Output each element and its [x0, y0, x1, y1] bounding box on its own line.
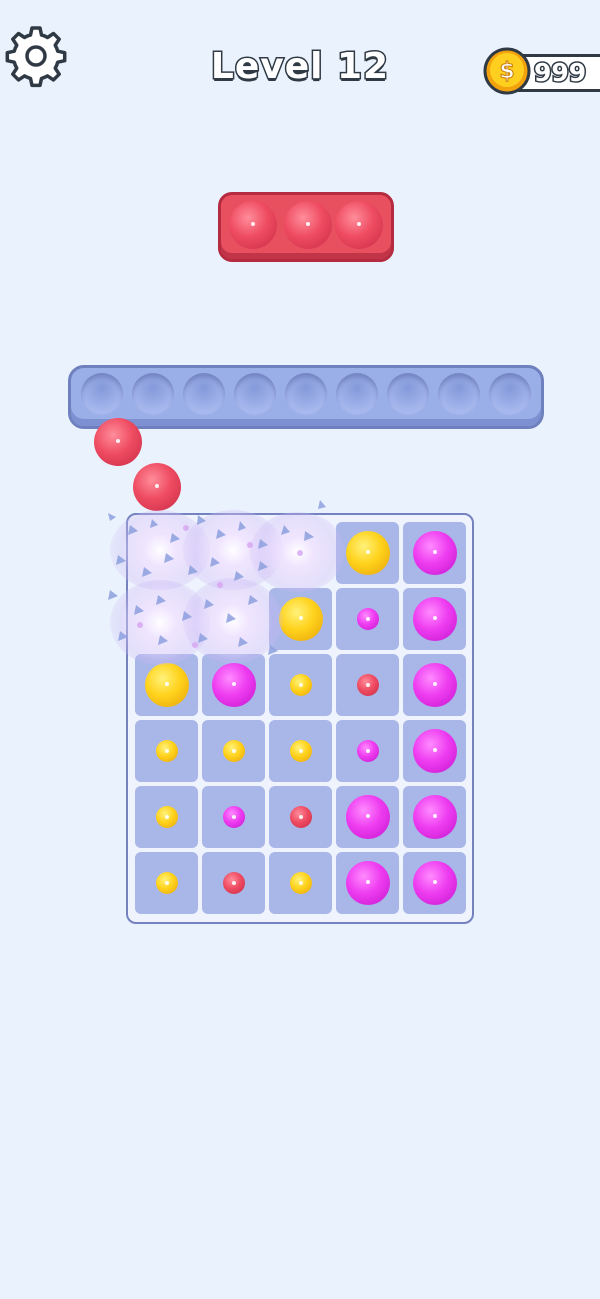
pink-ball: [289, 806, 312, 828]
board-cell[interactable]: [403, 654, 466, 716]
yellow-ball: [345, 531, 390, 575]
magenta-ball: [412, 861, 457, 905]
magenta-ball: [345, 861, 390, 905]
yellow-ball: [155, 740, 178, 762]
board-cell[interactable]: [269, 654, 332, 716]
board-cell[interactable]: [336, 852, 399, 914]
board-cell[interactable]: [202, 720, 265, 782]
moving-ball: [133, 463, 181, 511]
yellow-ball: [155, 872, 178, 894]
yellow-ball: [222, 740, 245, 762]
yellow-ball: [289, 674, 312, 696]
magenta-ball: [345, 795, 390, 839]
magenta-ball: [211, 663, 256, 707]
holding-slot: [285, 373, 327, 415]
break-burst: [183, 578, 283, 663]
holding-slot: [81, 373, 123, 415]
yellow-ball: [144, 663, 189, 707]
board-cell[interactable]: [403, 786, 466, 848]
board-cell[interactable]: [269, 786, 332, 848]
target-ball: [229, 201, 277, 249]
holding-slot: [336, 373, 378, 415]
holding-slot: [438, 373, 480, 415]
svg-text:$: $: [499, 59, 514, 84]
holding-bar: [68, 365, 544, 429]
pink-ball: [222, 872, 245, 894]
target-ball: [335, 201, 383, 249]
board-cell[interactable]: [336, 588, 399, 650]
board-cell[interactable]: [269, 852, 332, 914]
holding-slot: [132, 373, 174, 415]
yellow-ball: [278, 597, 323, 641]
board-cell[interactable]: [135, 720, 198, 782]
board-cell[interactable]: [202, 654, 265, 716]
board-cell[interactable]: [336, 786, 399, 848]
holding-slot: [387, 373, 429, 415]
holding-slot: [234, 373, 276, 415]
board-cell[interactable]: [403, 588, 466, 650]
magenta-ball: [412, 531, 457, 575]
board-cell[interactable]: [336, 522, 399, 584]
dollar-coin-icon: $: [483, 47, 531, 95]
board-cell[interactable]: [336, 654, 399, 716]
target-ball: [284, 201, 332, 249]
pink-ball: [356, 674, 379, 696]
board-cell[interactable]: [336, 720, 399, 782]
magenta-ball: [412, 729, 457, 773]
magenta-ball: [412, 663, 457, 707]
magenta-ball: [412, 597, 457, 641]
board-cell[interactable]: [269, 720, 332, 782]
target-tray: [218, 192, 394, 262]
board-cell[interactable]: [135, 852, 198, 914]
holding-slot: [183, 373, 225, 415]
yellow-ball: [289, 872, 312, 894]
magenta-ball: [412, 795, 457, 839]
coin-count: 999: [532, 57, 587, 89]
yellow-ball: [289, 740, 312, 762]
magenta-ball: [222, 806, 245, 828]
yellow-ball: [155, 806, 178, 828]
holding-slot: [489, 373, 531, 415]
board-cell[interactable]: [403, 522, 466, 584]
board-cell[interactable]: [135, 786, 198, 848]
break-burst: [250, 512, 345, 592]
board-cell[interactable]: [202, 786, 265, 848]
magenta-ball: [356, 608, 379, 630]
board-cell[interactable]: [403, 720, 466, 782]
board-cell[interactable]: [202, 852, 265, 914]
moving-ball: [94, 418, 142, 466]
board-cell[interactable]: [403, 852, 466, 914]
magenta-ball: [356, 740, 379, 762]
